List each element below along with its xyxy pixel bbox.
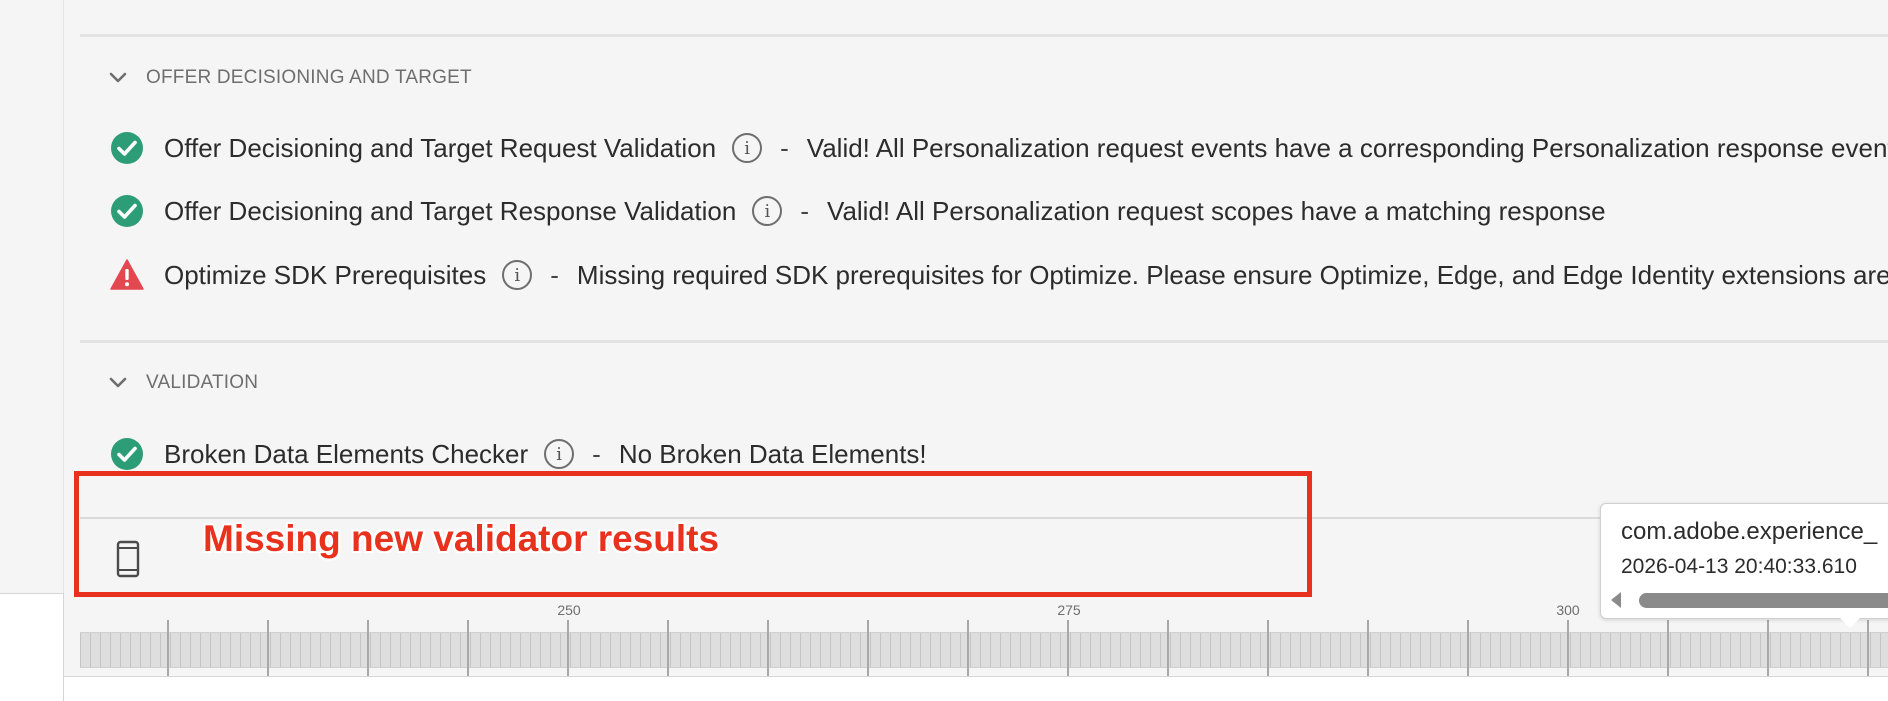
info-icon[interactable]: i bbox=[502, 260, 533, 290]
tooltip-timestamp: 2026-04-13 20:40:33.610 bbox=[1621, 555, 1857, 578]
validator-name: Optimize SDK Prerequisites bbox=[164, 259, 487, 290]
scroll-left-arrow-icon[interactable] bbox=[1611, 592, 1621, 608]
alert-triangle-icon bbox=[110, 259, 144, 290]
section-header-validation[interactable]: VALIDATION bbox=[108, 371, 258, 395]
validator-row: Offer Decisioning and Target Request Val… bbox=[110, 131, 1888, 165]
info-icon[interactable]: i bbox=[752, 196, 783, 226]
validator-message: Missing required SDK prerequisites for O… bbox=[576, 259, 1888, 290]
validator-row: Optimize SDK Prerequisites i - Missing r… bbox=[110, 258, 1888, 292]
validator-row: Broken Data Elements Checker i - No Brok… bbox=[110, 437, 927, 471]
section-divider bbox=[80, 34, 1888, 37]
event-timeline[interactable] bbox=[80, 632, 1888, 668]
info-icon[interactable]: i bbox=[732, 133, 763, 163]
section-title: OFFER DECISIONING AND TARGET bbox=[146, 67, 472, 88]
section-title: VALIDATION bbox=[146, 372, 259, 393]
section-divider bbox=[80, 340, 1888, 343]
timeline-footer bbox=[64, 676, 1888, 701]
tooltip-caret bbox=[1838, 616, 1862, 628]
event-tooltip: com.adobe.experience_ 2026-04-13 20:40:3… bbox=[1600, 503, 1888, 619]
tooltip-scrollbar[interactable] bbox=[1639, 593, 1888, 608]
validator-message: No Broken Data Elements! bbox=[618, 438, 927, 469]
chevron-down-icon bbox=[109, 377, 127, 388]
validator-row: Offer Decisioning and Target Response Va… bbox=[110, 194, 1606, 228]
validator-message: Valid! All Personalization request scope… bbox=[827, 195, 1606, 226]
separator: - bbox=[550, 259, 559, 290]
info-icon[interactable]: i bbox=[544, 439, 575, 469]
validator-name: Offer Decisioning and Target Request Val… bbox=[164, 132, 717, 163]
separator: - bbox=[592, 438, 601, 469]
validator-name: Offer Decisioning and Target Response Va… bbox=[164, 195, 737, 226]
annotation-text: Missing new validator results bbox=[203, 518, 720, 559]
section-header-offer-decisioning[interactable]: OFFER DECISIONING AND TARGET bbox=[108, 66, 472, 90]
timeline-tick-label: 250 bbox=[557, 602, 581, 618]
check-circle-icon bbox=[111, 132, 143, 164]
left-gutter bbox=[0, 0, 64, 593]
separator: - bbox=[800, 195, 810, 226]
check-circle-icon bbox=[111, 195, 143, 227]
validator-message: Valid! All Personalization request event… bbox=[806, 132, 1888, 163]
timeline-tick-label: 300 bbox=[1556, 602, 1580, 618]
tooltip-event-name: com.adobe.experience_ bbox=[1621, 518, 1878, 545]
timeline-tick-label: 275 bbox=[1057, 602, 1081, 618]
separator: - bbox=[780, 132, 789, 163]
check-circle-icon bbox=[111, 438, 143, 470]
validator-name: Broken Data Elements Checker bbox=[164, 438, 529, 469]
chevron-down-icon bbox=[109, 72, 127, 83]
